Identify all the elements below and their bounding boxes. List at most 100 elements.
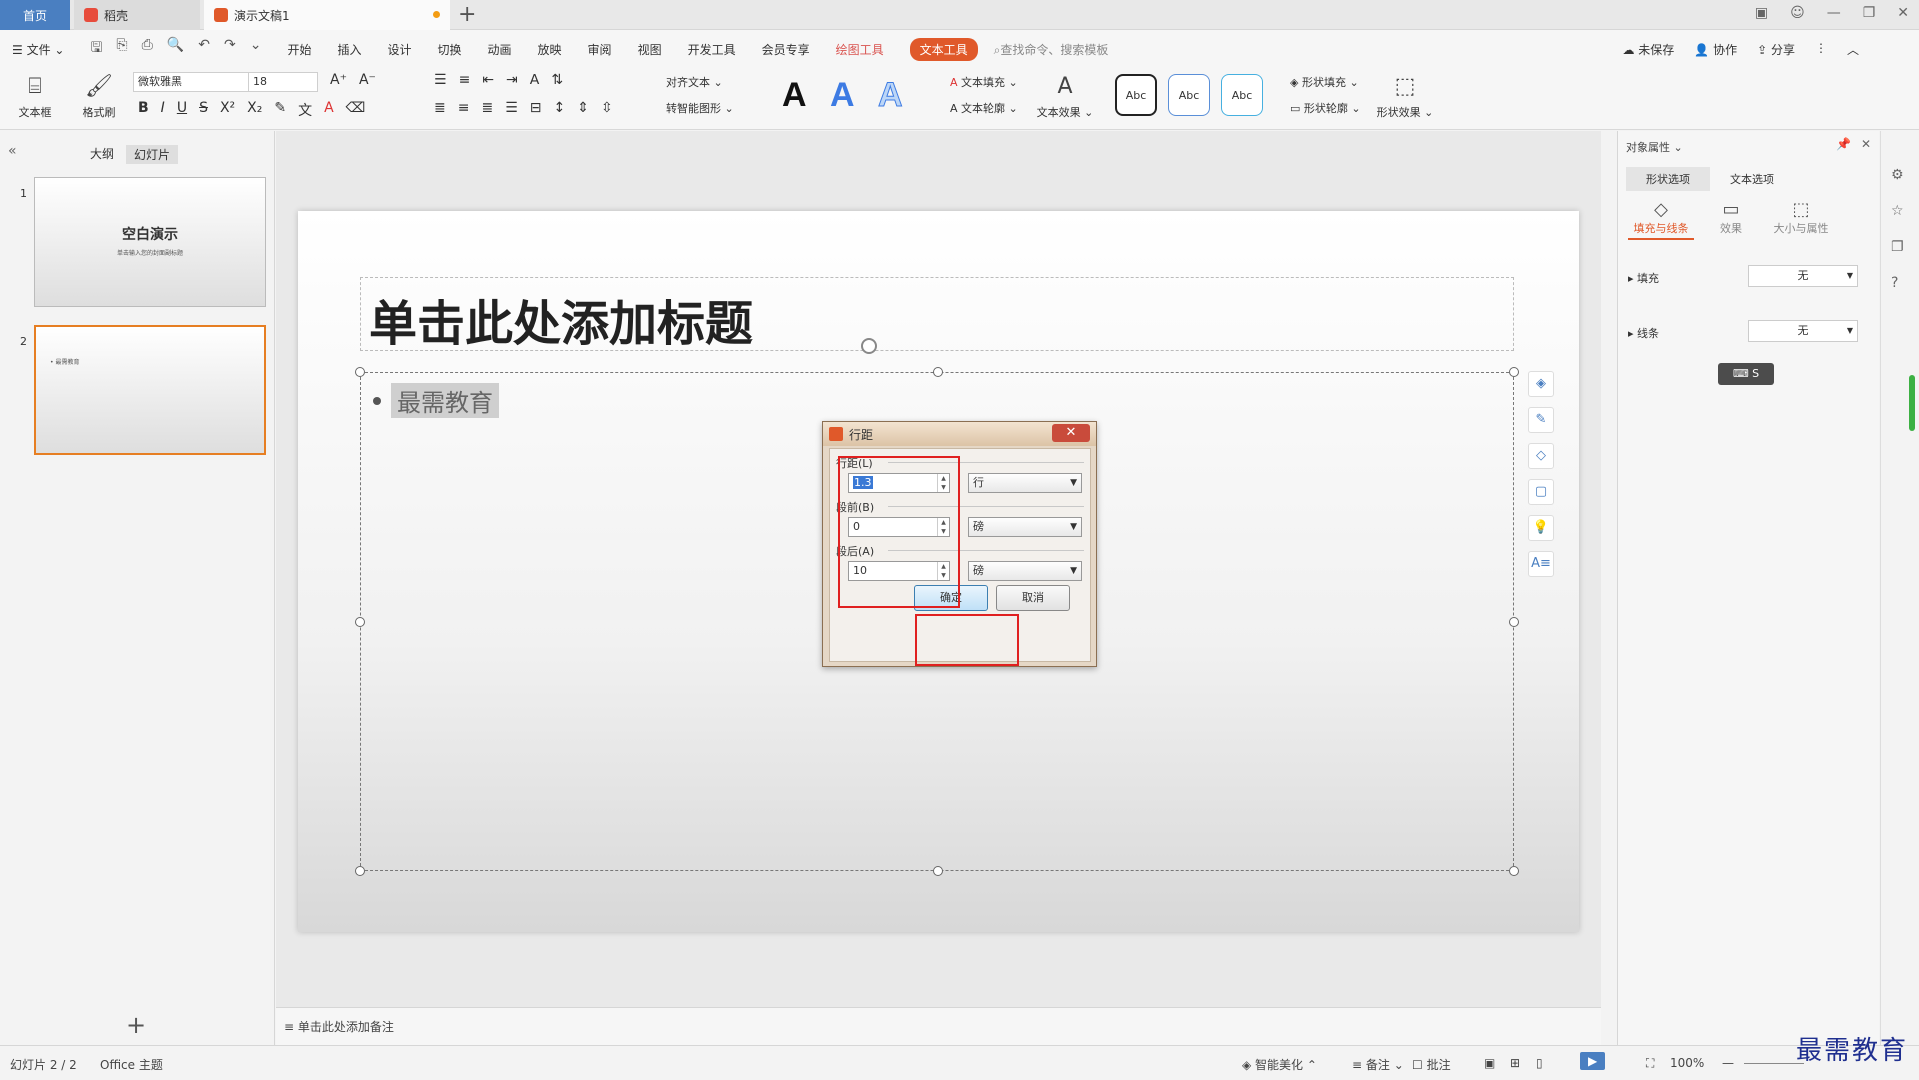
undo-icon[interactable]: ↶: [198, 37, 210, 61]
resize-handle[interactable]: [355, 617, 365, 627]
shape-style-3[interactable]: Abc: [1221, 74, 1263, 116]
font-name-select[interactable]: 微软雅黑: [133, 72, 250, 92]
align-left-icon[interactable]: ≣: [434, 100, 446, 116]
fill-icon[interactable]: ◇: [1528, 443, 1554, 469]
tab-daoke[interactable]: 稻壳: [74, 0, 200, 30]
smart-beautify-button[interactable]: ◈ 智能美化 ⌃: [1242, 1056, 1317, 1073]
size-property-tab[interactable]: ⬚ 大小与属性: [1766, 199, 1836, 236]
font-grow-icon[interactable]: A⁺: [330, 72, 347, 88]
slide-thumbnail-1[interactable]: 空白演示 单击输入您的封面副标题: [34, 177, 266, 307]
avatar[interactable]: ☺: [1790, 5, 1805, 21]
customize-icon[interactable]: ⌄: [250, 37, 262, 61]
tab-shape-options[interactable]: 形状选项: [1626, 167, 1710, 191]
zoom-level[interactable]: 100%: [1670, 1056, 1704, 1070]
clear-format-icon[interactable]: ⌫: [346, 100, 366, 120]
star-icon[interactable]: ☆: [1891, 203, 1904, 219]
share-doc-icon[interactable]: ⎘: [116, 37, 127, 61]
shape-style-2[interactable]: Abc: [1168, 74, 1210, 116]
close-panel-icon[interactable]: ✕: [1861, 137, 1871, 151]
frame-icon[interactable]: ▢: [1528, 479, 1554, 505]
fit-window-icon[interactable]: ⛶: [1646, 1056, 1654, 1071]
text-style-blue[interactable]: A: [830, 76, 855, 115]
tablet-mode-icon[interactable]: ▣: [1755, 5, 1768, 21]
pen-icon[interactable]: ✎: [1528, 407, 1554, 433]
subscript-icon[interactable]: X₂: [247, 100, 262, 120]
justify-icon[interactable]: ☰: [505, 100, 518, 116]
effect-tab[interactable]: ▭ 效果: [1706, 199, 1756, 236]
fill-section[interactable]: ▸ 填充: [1628, 270, 1659, 286]
line-select[interactable]: 无 ▼: [1748, 320, 1858, 342]
resize-handle[interactable]: [355, 367, 365, 377]
collapse-ribbon-icon[interactable]: ︿: [1847, 41, 1859, 58]
resize-handle[interactable]: [1509, 367, 1519, 377]
collapse-panel-icon[interactable]: «: [8, 143, 17, 159]
idea-icon[interactable]: 💡: [1528, 515, 1554, 541]
new-tab-button[interactable]: +: [458, 2, 476, 27]
menu-developer[interactable]: 开发工具: [688, 41, 736, 58]
resize-handle[interactable]: [933, 367, 943, 377]
line-spacing-menu-icon[interactable]: ⇳: [601, 100, 613, 116]
resize-handle[interactable]: [1509, 866, 1519, 876]
resize-handle[interactable]: [933, 866, 943, 876]
tab-text-options[interactable]: 文本选项: [1710, 167, 1794, 191]
comments-button[interactable]: ☐ 批注: [1412, 1056, 1451, 1073]
dialog-close-button[interactable]: ✕: [1052, 424, 1090, 442]
after-unit-select[interactable]: 磅 ▼: [968, 561, 1082, 581]
font-shrink-icon[interactable]: A⁻: [359, 72, 376, 88]
smart-shape-button[interactable]: 转智能图形 ⌄: [666, 100, 734, 116]
zoom-slider[interactable]: [1744, 1063, 1804, 1064]
close-icon[interactable]: ✕: [1897, 5, 1909, 21]
print-icon[interactable]: ⎙: [142, 37, 153, 61]
align-center-icon[interactable]: ≡: [458, 100, 470, 116]
line-section[interactable]: ▸ 线条: [1628, 325, 1659, 341]
menu-animation[interactable]: 动画: [488, 41, 512, 58]
notes-pane[interactable]: ≡ 单击此处添加备注: [276, 1007, 1601, 1045]
menu-design[interactable]: 设计: [387, 41, 411, 58]
font-color-icon[interactable]: A: [324, 100, 334, 120]
tab-home[interactable]: 首页: [0, 0, 70, 30]
pin-icon[interactable]: 📌: [1836, 137, 1851, 151]
text-outline-button[interactable]: A 文本轮廓 ⌄: [950, 100, 1018, 116]
fill-select[interactable]: 无 ▼: [1748, 265, 1858, 287]
search-box[interactable]: ⌕查找命令、搜索模板: [994, 41, 1109, 58]
numbering-icon[interactable]: ≡: [459, 72, 471, 88]
collaborate-button[interactable]: 👤 协作: [1694, 41, 1737, 58]
bullets-icon[interactable]: ☰: [434, 72, 447, 88]
theme-name[interactable]: Office 主题: [100, 1056, 163, 1073]
menu-drawing-tools[interactable]: 绘图工具: [836, 41, 884, 58]
fill-line-tab[interactable]: ◇ 填充与线条: [1628, 199, 1694, 240]
font-size-select[interactable]: 18: [248, 72, 318, 92]
text-style-black[interactable]: A: [782, 76, 807, 115]
properties-header[interactable]: 对象属性 ⌄: [1626, 139, 1683, 155]
play-button[interactable]: ▶: [1580, 1052, 1606, 1070]
menu-slideshow[interactable]: 放映: [538, 41, 562, 58]
more-icon[interactable]: ⋮: [1815, 41, 1827, 58]
text-effect-button[interactable]: A 文本效果 ⌄: [1034, 70, 1096, 120]
zoom-out-icon[interactable]: —: [1722, 1056, 1734, 1070]
properties-icon[interactable]: ⚙: [1891, 167, 1904, 183]
bold-icon[interactable]: B: [138, 100, 149, 120]
distribute-icon[interactable]: ⊟: [530, 100, 542, 116]
rotate-handle[interactable]: [861, 338, 877, 354]
textbox-button[interactable]: ⌸ 文本框: [10, 70, 60, 120]
notes-button[interactable]: ≡ 备注 ⌄: [1352, 1056, 1404, 1073]
align-text-button[interactable]: 对齐文本 ⌄: [666, 74, 723, 90]
sort-icon[interactable]: ⇅: [551, 72, 563, 88]
input-method-badge[interactable]: ⌨ S: [1718, 363, 1774, 385]
normal-view-icon[interactable]: ▣: [1484, 1056, 1495, 1070]
restore-icon[interactable]: ❐: [1863, 5, 1876, 21]
tab-outline[interactable]: 大纲: [90, 145, 114, 164]
menu-review[interactable]: 审阅: [588, 41, 612, 58]
highlight-icon[interactable]: ✎: [274, 100, 286, 120]
print-preview-icon[interactable]: 🔍: [167, 37, 184, 61]
menu-text-tools[interactable]: 文本工具: [909, 37, 978, 61]
decrease-indent-icon[interactable]: ⇤: [482, 72, 494, 88]
menu-member[interactable]: 会员专享: [762, 41, 810, 58]
resize-handle[interactable]: [355, 866, 365, 876]
resize-handle[interactable]: [1509, 617, 1519, 627]
layers-icon[interactable]: ◈: [1528, 371, 1554, 397]
shape-effect-button[interactable]: ⬚ 形状效果 ⌄: [1374, 70, 1436, 120]
reading-view-icon[interactable]: ▯: [1536, 1056, 1543, 1070]
line-spacing-icon[interactable]: ↕: [554, 100, 566, 116]
redo-icon[interactable]: ↷: [224, 37, 236, 61]
